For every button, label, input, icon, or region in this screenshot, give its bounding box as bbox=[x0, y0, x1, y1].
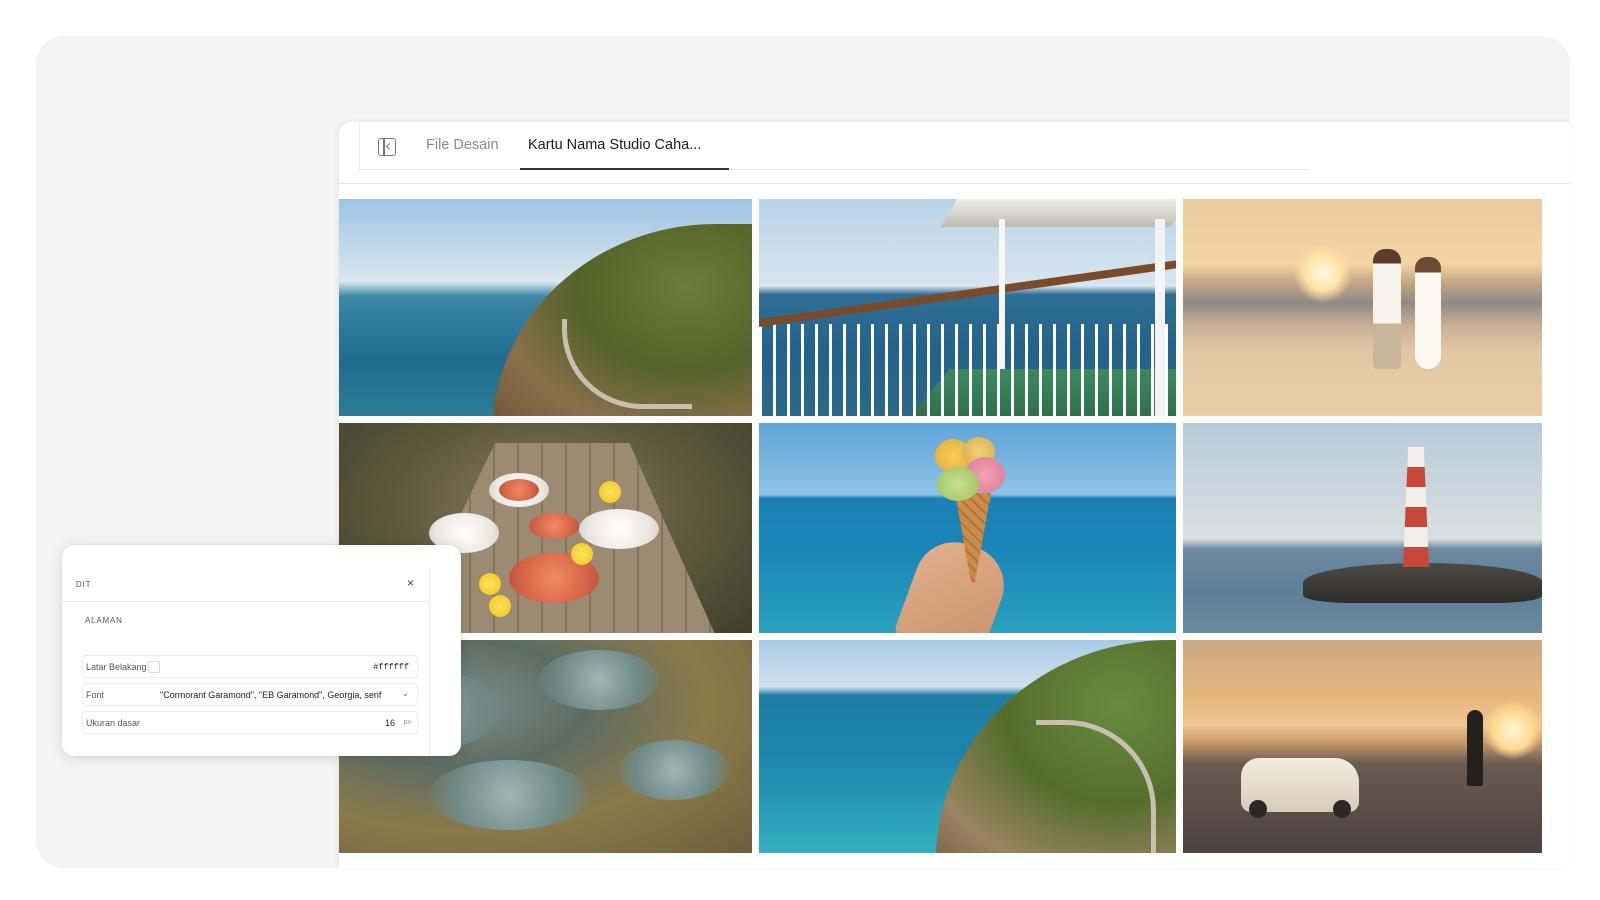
base-size-unit: px bbox=[403, 719, 411, 726]
photo-winding-coast-road[interactable] bbox=[759, 640, 1176, 853]
font-value[interactable]: "Cormorant Garamond", "EB Garamond", Geo… bbox=[160, 690, 381, 700]
color-swatch[interactable] bbox=[148, 661, 160, 673]
background-color-value[interactable]: #ffffff bbox=[373, 662, 409, 672]
app-window: File Desain Kartu Nama Studio Caha... bbox=[339, 122, 1570, 868]
photo-vintage-car-sunset[interactable] bbox=[1183, 640, 1542, 853]
base-size-label: Ukuran dasar bbox=[86, 718, 141, 728]
sidebar-toggle-icon[interactable] bbox=[378, 138, 396, 156]
photo-coastal-cliff-road[interactable] bbox=[339, 199, 752, 416]
edit-panel-title: DIT bbox=[76, 580, 92, 589]
base-size-field[interactable]: Ukuran dasar 16 px bbox=[82, 711, 418, 734]
photo-lighthouse[interactable] bbox=[1183, 423, 1542, 633]
edit-panel-header: DIT × bbox=[62, 568, 430, 602]
edit-panel: DIT × ALAMAN Latar Belakang #ffffff Font… bbox=[62, 545, 461, 756]
tab-kartu-nama[interactable]: Kartu Nama Studio Caha... bbox=[520, 122, 729, 170]
close-icon[interactable]: × bbox=[407, 576, 414, 590]
background-color-field[interactable]: Latar Belakang #ffffff bbox=[82, 655, 418, 678]
font-label: Font bbox=[86, 690, 105, 700]
tab-file-desain[interactable]: File Desain bbox=[426, 122, 499, 170]
tab-bar: File Desain Kartu Nama Studio Caha... bbox=[339, 122, 1570, 184]
edit-panel-body: DIT × ALAMAN Latar Belakang #ffffff Font… bbox=[62, 568, 430, 756]
background-color-label: Latar Belakang bbox=[86, 662, 147, 672]
font-select[interactable]: Font "Cormorant Garamond", "EB Garamond"… bbox=[82, 683, 418, 706]
photo-ice-cream-over-sea[interactable] bbox=[759, 423, 1176, 633]
photo-ferry-deck-sea-view[interactable] bbox=[759, 199, 1176, 416]
chevron-down-icon[interactable]: ⌄ bbox=[401, 688, 409, 699]
section-title-halaman: ALAMAN bbox=[85, 616, 123, 625]
base-size-value[interactable]: 16 bbox=[385, 718, 395, 728]
tab-strip: File Desain Kartu Nama Studio Caha... bbox=[359, 122, 1309, 170]
photo-couple-sunset-beach[interactable] bbox=[1183, 199, 1542, 416]
